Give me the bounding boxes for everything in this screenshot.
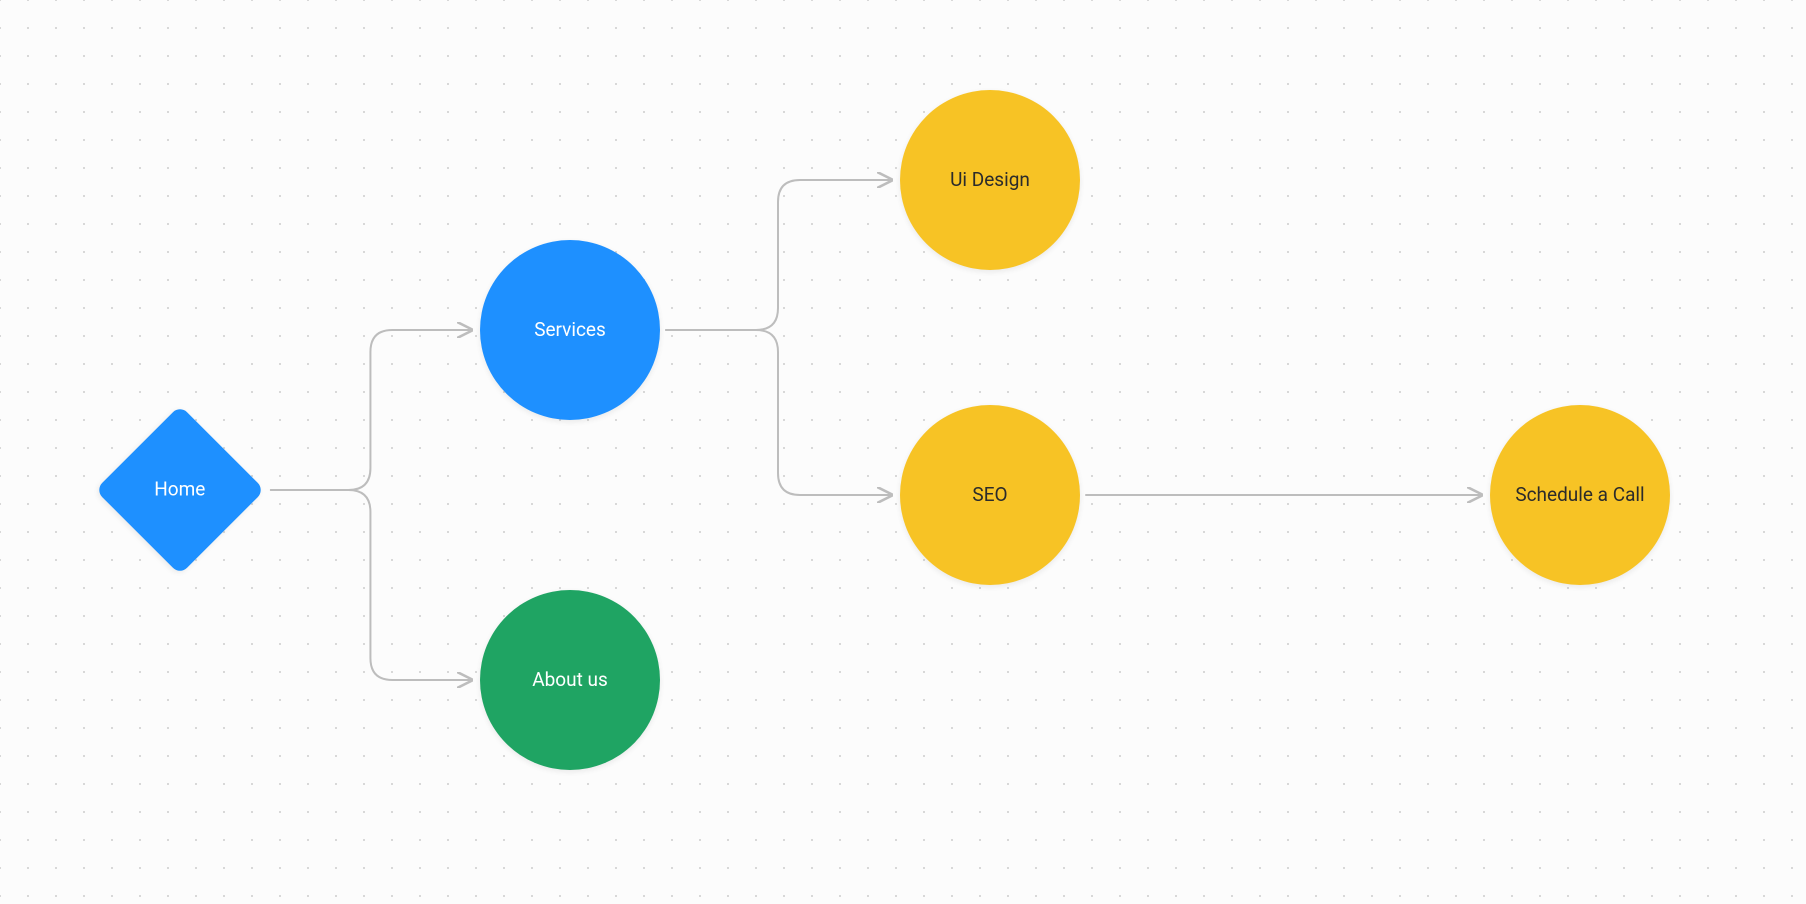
node-uidesign[interactable]: Ui Design (900, 90, 1080, 270)
node-seo-label: SEO (972, 483, 1007, 507)
node-services[interactable]: Services (480, 240, 660, 420)
node-services-label: Services (534, 318, 606, 342)
node-about-label: About us (532, 668, 608, 692)
node-schedule[interactable]: Schedule a Call (1490, 405, 1670, 585)
node-schedule-label: Schedule a Call (1515, 483, 1644, 507)
node-home-label: Home (154, 478, 205, 502)
diagram-canvas[interactable]: Home Services About us Ui Design SEO Sch… (0, 0, 1806, 904)
node-uidesign-label: Ui Design (950, 168, 1030, 192)
node-seo[interactable]: SEO (900, 405, 1080, 585)
node-about[interactable]: About us (480, 590, 660, 770)
